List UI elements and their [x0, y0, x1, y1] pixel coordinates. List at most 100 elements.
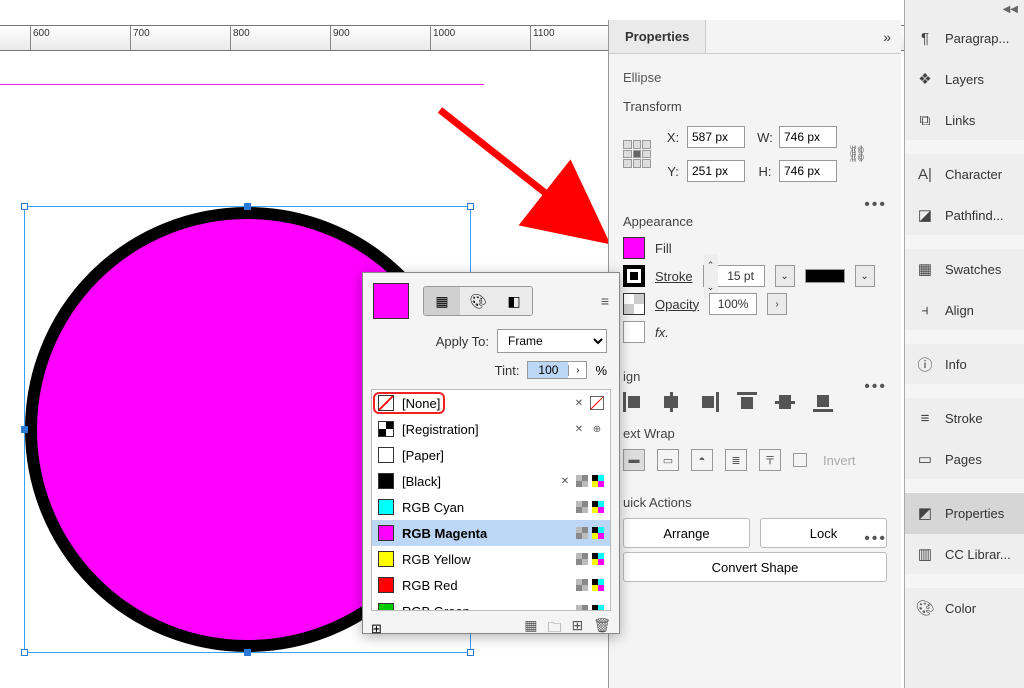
stroke-style-dropdown[interactable]: ⌄ [855, 265, 875, 287]
stroke-weight-stepper[interactable]: ⌃⌄15 pt [703, 265, 765, 287]
gradient-button[interactable]: ◧ [496, 287, 532, 315]
appearance-more-icon[interactable]: ••• [864, 378, 887, 396]
fx-label[interactable]: fx. [655, 325, 669, 340]
palette-icon: 🎨︎ [915, 600, 935, 616]
stroke-style-preview[interactable] [805, 269, 845, 283]
opacity-slider-arrow[interactable]: › [767, 293, 787, 315]
opacity-field[interactable]: 100% [709, 293, 757, 315]
right-dock: ◀◀ ¶Paragrap...❖Layers⧉LinksA|Character◪… [904, 0, 1024, 688]
dock-item-info[interactable]: ⓘInfo [905, 330, 1024, 385]
swatch-badges [576, 579, 604, 591]
resize-handle-br[interactable] [467, 649, 474, 656]
swatch-list[interactable]: [None]✕[Registration]✕⊕[Paper][Black]✕RG… [371, 389, 611, 611]
align-right-icon[interactable] [699, 392, 719, 412]
textwrap-none-icon[interactable]: ▬ [623, 449, 645, 471]
color-mixer-button[interactable]: 🎨︎ [460, 287, 496, 315]
current-fill-swatch[interactable] [373, 283, 409, 319]
align-left-icon[interactable] [623, 392, 643, 412]
opacity-swatch[interactable] [623, 293, 645, 315]
align-top-icon[interactable] [737, 392, 757, 412]
h-label: H: [757, 164, 773, 179]
properties-tab[interactable]: Properties [609, 20, 706, 53]
opacity-label[interactable]: Opacity [655, 297, 699, 312]
constrain-proportions-icon[interactable]: ⛓︎ [847, 144, 867, 164]
swatch-badges: ✕⊕ [572, 422, 604, 436]
swatch-item[interactable]: [Registration]✕⊕ [372, 416, 610, 442]
dock-item-color[interactable]: 🎨︎Color [905, 574, 1024, 629]
swatch-item[interactable]: RGB Cyan [372, 494, 610, 520]
delete-swatch-icon[interactable]: 🗑︎ [593, 617, 611, 641]
textwrap-bbox-icon[interactable]: ▭ [657, 449, 679, 471]
fill-label[interactable]: Fill [655, 241, 672, 256]
dock-item-properties[interactable]: ◩Properties [905, 479, 1024, 534]
align-icon: ⫞ [915, 302, 935, 318]
tint-field[interactable]: › [527, 361, 587, 379]
dock-item-align[interactable]: ⫞ Align [905, 290, 1024, 331]
h-field[interactable] [779, 160, 837, 182]
textwrap-more-icon[interactable]: ••• [864, 530, 887, 548]
x-field[interactable] [687, 126, 745, 148]
stroke-swatch[interactable] [623, 265, 645, 287]
swatch-color-chip [378, 395, 394, 411]
reference-point-grid[interactable] [623, 140, 651, 168]
tint-slider-arrow[interactable]: › [568, 365, 586, 376]
collapse-dock-icon[interactable]: ◀◀ [1003, 4, 1018, 15]
textwrap-shape-icon[interactable]: ◓ [691, 449, 713, 471]
align-section-title: ign [623, 369, 887, 384]
global-swatch-icon [576, 501, 588, 513]
resize-handle-bl[interactable] [21, 649, 28, 656]
swatch-item[interactable]: RGB Red [372, 572, 610, 598]
registration-icon: ⊕ [590, 422, 604, 436]
dock-item-character[interactable]: A|Character [905, 140, 1024, 195]
transform-more-icon[interactable]: ••• [864, 196, 887, 214]
swatch-item[interactable]: RGB Green [372, 598, 610, 611]
dock-item-layers[interactable]: ❖Layers [905, 59, 1024, 100]
dock-item-label: Align [945, 303, 974, 318]
textwrap-jump-icon[interactable]: ≣ [725, 449, 747, 471]
invert-checkbox[interactable] [793, 453, 807, 467]
swatch-item[interactable]: [Paper] [372, 442, 610, 468]
panel-expand-icon[interactable]: » [883, 29, 891, 45]
resize-handle-tl[interactable] [21, 203, 28, 210]
flyout-menu-icon[interactable]: ≡ [601, 293, 609, 309]
resize-handle-tc[interactable] [244, 203, 251, 210]
swatch-grid-view-icon[interactable]: ▦ [524, 617, 537, 641]
pages-icon: ▭ [915, 451, 935, 467]
dock-item-pathfind[interactable]: ◪Pathfind... [905, 195, 1024, 236]
swatch-item[interactable]: RGB Yellow [372, 546, 610, 572]
apply-to-select[interactable]: Frame [497, 329, 607, 353]
new-swatch-icon[interactable]: ⊞ [571, 617, 583, 641]
stroke-label[interactable]: Stroke [655, 269, 693, 284]
swatch-item[interactable]: [None]✕ [372, 390, 610, 416]
fill-swatch[interactable] [623, 237, 645, 259]
dock-item-paragrap[interactable]: ¶Paragrap... [905, 18, 1024, 59]
dock-item-pages[interactable]: ▭Pages [905, 439, 1024, 480]
noneditable-icon: ✕ [558, 474, 572, 488]
dock-item-cclibrar[interactable]: ▥CC Librar... [905, 534, 1024, 575]
dock-item-stroke[interactable]: ≡Stroke [905, 384, 1024, 439]
convert-shape-button[interactable]: Convert Shape [623, 552, 887, 582]
swatch-item[interactable]: RGB Magenta [372, 520, 610, 546]
resize-handle-lc[interactable] [21, 426, 28, 433]
resize-handle-bc[interactable] [244, 649, 251, 656]
new-folder-icon[interactable]: 🗀 [547, 617, 561, 641]
align-bottom-icon[interactable] [813, 392, 833, 412]
swatch-item[interactable]: [Black]✕ [372, 468, 610, 494]
swatches-view-button[interactable]: ▦ [424, 287, 460, 315]
align-vcenter-icon[interactable] [775, 392, 795, 412]
w-field[interactable] [779, 126, 837, 148]
arrange-button[interactable]: Arrange [623, 518, 750, 548]
swatch-name: [Paper] [402, 448, 596, 463]
align-hcenter-icon[interactable] [661, 392, 681, 412]
fx-swatch[interactable] [623, 321, 645, 343]
w-label: W: [757, 130, 773, 145]
stroke-weight-dropdown[interactable]: ⌄ [775, 265, 795, 287]
new-swatch-group-icon[interactable]: ⊞ [371, 621, 382, 637]
dock-item-swatches[interactable]: ▦Swatches [905, 235, 1024, 290]
resize-handle-tr[interactable] [467, 203, 474, 210]
swatches-flyout-panel: ▦ 🎨︎ ◧ ≡ Apply To: Frame Tint: › % [None… [362, 272, 620, 634]
dock-item-links[interactable]: ⧉Links [905, 100, 1024, 141]
y-field[interactable] [687, 160, 745, 182]
tint-input[interactable] [528, 362, 568, 378]
textwrap-jumpnext-icon[interactable]: 〒 [759, 449, 781, 471]
